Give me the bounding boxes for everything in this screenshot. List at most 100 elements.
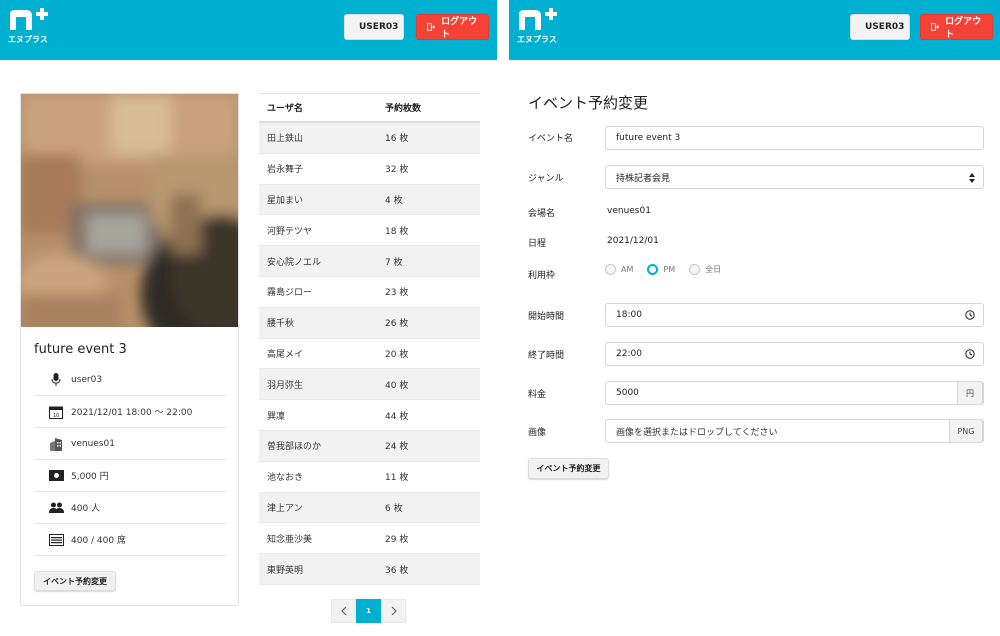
cell-username: 安心院ノエル (267, 257, 322, 268)
logout-button[interactable]: ログアウト (416, 14, 489, 40)
slot-radio-group: AM PM 全日 (605, 264, 721, 275)
app-logo-2[interactable]: エヌプラス (515, 8, 565, 46)
table-row: 津上アン 6 枚 (259, 492, 480, 524)
image-label: 画像 (528, 428, 547, 438)
event-edit-screen: エヌプラス USER03 ログアウト イベント予約変更 イベント名 future… (509, 0, 1000, 636)
cell-ticket-count: 29 枚 (385, 534, 409, 545)
clock-icon[interactable] (965, 310, 975, 320)
user-menu-button-2[interactable]: USER03 (850, 14, 910, 40)
event-photo (21, 94, 238, 327)
banknote-icon (48, 468, 64, 484)
info-seats: 400 / 400 席 (34, 524, 226, 556)
table-row: 河野テツヤ 18 枚 (259, 215, 480, 247)
cell-username: 津上アン (267, 503, 303, 514)
page-button-current[interactable]: 1 (356, 599, 381, 623)
microphone-icon (48, 372, 64, 388)
slot-option-allday: 全日 (705, 265, 722, 274)
cell-username: 霧島ジロー (267, 288, 313, 299)
table-row: 羽月弥生 40 枚 (259, 369, 480, 401)
table-body: 田上鉄山 16 枚岩永舞子 32 枚星加まい 4 枚河野テツヤ 18 枚安心院ノエル 7 … (259, 123, 480, 585)
event-name-input[interactable]: future event 3 (605, 126, 984, 150)
genre-label: ジャンル (528, 174, 564, 184)
user-menu-button[interactable]: USER03 (344, 14, 404, 40)
date-label: 日程 (528, 239, 547, 249)
table-row: 田上鉄山 16 枚 (259, 123, 480, 154)
cell-ticket-count: 36 枚 (385, 565, 409, 576)
start-time-input[interactable]: 18:00 (605, 303, 984, 327)
cell-ticket-count: 11 枚 (385, 473, 409, 484)
table-row: 安心院ノエル 7 枚 (259, 246, 480, 277)
logout-button-2[interactable]: ログアウト (920, 14, 993, 40)
cell-username: 巽凜 (267, 411, 286, 422)
slot-label: 利用枠 (528, 271, 556, 281)
image-file-input[interactable]: 画像を選択またはドロップしてください PNG (605, 419, 984, 443)
seats-text: 400 / 400 席 (71, 536, 126, 546)
submit-change-button[interactable]: イベント予約変更 (528, 458, 609, 479)
screen-divider (497, 0, 509, 636)
pagination: 1 (331, 599, 406, 623)
price-text: 5,000 円 (71, 472, 109, 482)
table-row: 岩永舞子 32 枚 (259, 154, 480, 185)
cell-ticket-count: 7 枚 (385, 257, 403, 268)
event-change-button[interactable]: イベント予約変更 (34, 571, 116, 591)
cell-username: 高尾メイ (267, 349, 304, 360)
cell-ticket-count: 4 枚 (385, 195, 403, 206)
datetime-text: 2021/12/01 18:00 〜 22:00 (71, 408, 193, 418)
building-icon (48, 436, 64, 452)
top-navbar: エヌプラス USER03 ログアウト (0, 0, 497, 60)
slot-radio-allday[interactable] (689, 264, 701, 275)
end-time-value: 22:00 (616, 349, 642, 359)
logout-icon (931, 23, 940, 31)
form-title: イベント予約変更 (528, 94, 649, 112)
top-navbar-2: エヌプラス USER03 ログアウト (509, 0, 1000, 60)
end-time-input[interactable]: 22:00 (605, 342, 984, 366)
image-ext-addon: PNG (949, 419, 983, 443)
event-card: future event 3 user03 10 2021/12/01 18:0… (20, 93, 239, 606)
select-arrows-icon (969, 173, 975, 183)
chevron-right-icon (391, 606, 397, 616)
cell-ticket-count: 23 枚 (385, 288, 409, 299)
slot-option-pm: PM (663, 265, 676, 274)
genre-select[interactable]: 持株記者会見 (605, 165, 984, 189)
start-time-label: 開始時間 (528, 312, 565, 322)
prev-page-button[interactable] (331, 599, 356, 623)
cell-ticket-count: 32 枚 (385, 165, 409, 176)
venue-text: venues01 (71, 438, 115, 449)
end-time-label: 終了時間 (528, 351, 565, 361)
svg-text:10: 10 (53, 413, 59, 419)
cell-username: 田上鉄山 (267, 134, 304, 145)
slot-radio-am[interactable] (605, 264, 616, 275)
table-row: 東野英明 36 枚 (259, 554, 480, 585)
people-icon (48, 500, 64, 516)
fee-value: 5000 (616, 388, 639, 398)
table-header: ユーザ名 予約枚数 (259, 93, 480, 123)
event-detail-screen: エヌプラス USER03 ログアウト future event 3 user03… (0, 0, 497, 636)
info-datetime: 10 2021/12/01 18:00 〜 22:00 (34, 396, 226, 428)
venue-value: venues01 (607, 206, 651, 216)
cell-username: 河野テツヤ (267, 226, 313, 237)
cell-ticket-count: 6 枚 (385, 503, 403, 514)
table-row: 巽凜 44 枚 (259, 400, 480, 431)
calendar-icon: 10 (48, 404, 64, 420)
event-title: future event 3 (34, 342, 127, 357)
cell-username: 星加まい (267, 195, 304, 206)
fee-unit-addon: 円 (957, 381, 983, 405)
header-ticket-count: 予約枚数 (385, 104, 422, 114)
user-label: USER03 (359, 22, 399, 32)
logo-text: エヌプラス (8, 34, 48, 44)
cell-username: 曽我部ほのか (267, 442, 322, 453)
cell-ticket-count: 26 枚 (385, 319, 409, 330)
app-logo[interactable]: エヌプラス (6, 8, 56, 46)
image-placeholder: 画像を選択またはドロップしてください (616, 427, 778, 438)
table-row: 池なおき 11 枚 (259, 462, 480, 493)
header-username: ユーザ名 (267, 104, 303, 114)
cell-ticket-count: 40 枚 (385, 380, 409, 391)
logout-label: ログアウト (441, 17, 478, 40)
next-page-button[interactable] (381, 599, 406, 623)
cell-username: 腰千秋 (267, 319, 295, 330)
fee-input[interactable]: 5000 円 (605, 381, 984, 405)
info-venue: venues01 (34, 428, 226, 460)
slot-radio-pm[interactable] (647, 264, 659, 275)
clock-icon[interactable] (965, 349, 975, 359)
table-row: 知念亜沙美 29 枚 (259, 523, 480, 555)
